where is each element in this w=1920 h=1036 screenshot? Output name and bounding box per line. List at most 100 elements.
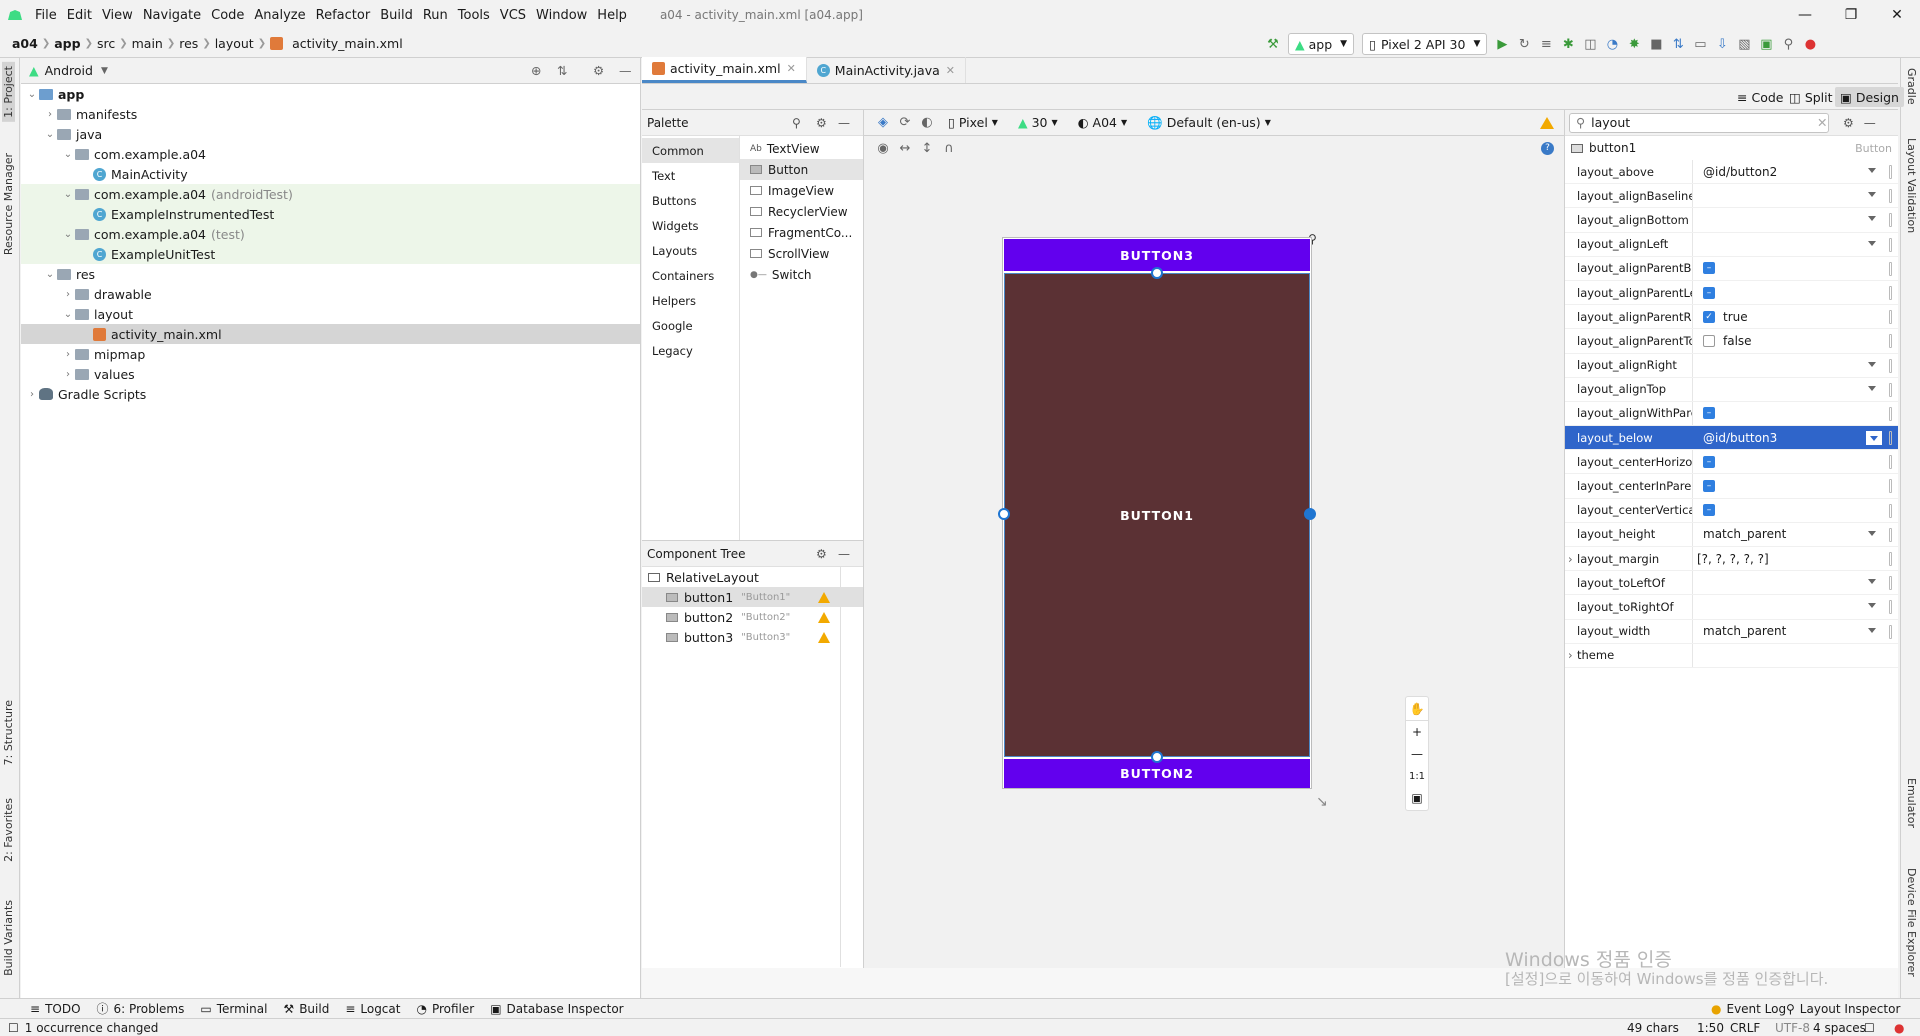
- palette-category-google[interactable]: Google: [642, 313, 739, 338]
- margin-h-icon[interactable]: ↔: [894, 137, 916, 159]
- close-tab-icon[interactable]: ✕: [787, 62, 796, 75]
- sdk-manager-icon[interactable]: ⇩: [1711, 33, 1733, 55]
- tree-item-button3[interactable]: button3 "Button3": [642, 627, 863, 647]
- tool-database-inspector[interactable]: ▣ Database Inspector: [490, 1002, 623, 1016]
- breadcrumb-res[interactable]: res: [175, 36, 202, 51]
- layers-icon[interactable]: ◈: [872, 112, 894, 134]
- avd-manager-icon[interactable]: ▭: [1689, 33, 1711, 55]
- resource-picker-icon[interactable]: [1889, 382, 1892, 397]
- attr-value[interactable]: [?, ?, ?, ?, ?]: [1693, 547, 1898, 570]
- status-caret-position[interactable]: 1:50: [1697, 1021, 1724, 1035]
- resource-picker-icon[interactable]: [1889, 431, 1892, 446]
- margin-v-icon[interactable]: ↕: [916, 137, 938, 159]
- collapse-all-icon[interactable]: ⇅: [557, 63, 567, 78]
- tree-item-exampleinstrumentedtest[interactable]: C ExampleInstrumentedTest: [21, 204, 640, 224]
- mode-split-button[interactable]: ◫ Split: [1784, 87, 1838, 107]
- tree-item-mipmap[interactable]: › mipmap: [21, 344, 640, 364]
- chevron-right-icon[interactable]: ›: [1568, 648, 1573, 662]
- menu-run[interactable]: Run: [418, 8, 453, 23]
- status-indent[interactable]: 4 spaces: [1813, 1021, 1866, 1035]
- attr-row-layout-toleftof[interactable]: layout_toLeftOf: [1565, 571, 1898, 596]
- tree-item-com-example-a04[interactable]: ⌄ com.example.a04 (androidTest): [21, 184, 640, 204]
- tree-item-values[interactable]: › values: [21, 364, 640, 384]
- attr-value[interactable]: –: [1693, 474, 1898, 497]
- chevron-down-icon[interactable]: [1868, 216, 1876, 222]
- resource-picker-icon[interactable]: [1889, 213, 1892, 228]
- chevron-down-icon[interactable]: [1868, 192, 1876, 198]
- menu-help[interactable]: Help: [592, 8, 632, 23]
- api-level-select[interactable]: ▲ 30 ▼: [1012, 112, 1064, 134]
- tool-tab-resource-manager[interactable]: Resource Manager: [2, 153, 15, 255]
- menu-tools[interactable]: Tools: [453, 8, 495, 23]
- attr-row-layout-margin[interactable]: › layout_margin [?, ?, ?, ?, ?]: [1565, 547, 1898, 572]
- attach-debugger-icon[interactable]: ◫: [1579, 33, 1601, 55]
- attr-row-layout-centerinparent[interactable]: layout_centerInParent –: [1565, 474, 1898, 499]
- gear-icon[interactable]: ⚙: [1843, 116, 1854, 130]
- night-mode-icon[interactable]: ◐: [916, 112, 938, 134]
- tool-tab-build-variants[interactable]: Build Variants: [2, 900, 15, 976]
- checkbox-empty-icon[interactable]: [1703, 334, 1715, 347]
- menu-file[interactable]: File: [30, 8, 62, 23]
- zoom-in-icon[interactable]: +: [1406, 721, 1428, 743]
- run-config-select[interactable]: ▲ app ▼: [1288, 33, 1355, 55]
- breadcrumb-src[interactable]: src: [93, 36, 119, 51]
- tool-build[interactable]: ⚒ Build: [283, 1002, 329, 1016]
- preview-button1[interactable]: BUTTON1: [1004, 273, 1310, 757]
- error-icon[interactable]: ●: [1894, 1021, 1904, 1035]
- tool-tab-layout-validation[interactable]: Layout Validation: [1905, 138, 1918, 233]
- tool-layout-inspector[interactable]: ⚲ Layout Inspector: [1786, 1002, 1900, 1016]
- mode-design-button[interactable]: ▣ Design: [1835, 87, 1904, 107]
- checkbox-indeterminate-icon[interactable]: –: [1703, 480, 1715, 493]
- tool-tab-favorites[interactable]: 2: Favorites: [2, 798, 15, 862]
- attr-value[interactable]: –: [1693, 281, 1898, 304]
- attr-value[interactable]: ✓ true: [1693, 305, 1898, 328]
- menu-refactor[interactable]: Refactor: [311, 8, 376, 23]
- menu-view[interactable]: View: [97, 8, 138, 23]
- attr-row-layout-alignparentbo[interactable]: layout_alignParentBo...–: [1565, 256, 1898, 281]
- gear-icon[interactable]: ⚙: [816, 547, 827, 561]
- palette-widget-fragmentco[interactable]: FragmentCo...: [740, 222, 863, 243]
- checkbox-indeterminate-icon[interactable]: –: [1703, 262, 1715, 275]
- resource-picker-icon[interactable]: [1889, 165, 1892, 179]
- checkbox-indeterminate-icon[interactable]: –: [1703, 286, 1715, 299]
- device-select[interactable]: ▯ Pixel 2 API 30 ▼: [1362, 33, 1488, 55]
- chevron-down-icon[interactable]: [1866, 431, 1882, 446]
- attributes-search-input[interactable]: ⚲ layout ✕: [1569, 112, 1829, 133]
- attr-row-layout-alignparentri[interactable]: layout_alignParentRi... ✓ true: [1565, 305, 1898, 330]
- breadcrumb-module[interactable]: app: [50, 36, 84, 51]
- attr-row-layout-height[interactable]: layout_height match_parent: [1565, 522, 1898, 547]
- palette-widget-button[interactable]: Button: [740, 159, 863, 180]
- tree-item-exampleunittest[interactable]: C ExampleUnitTest: [21, 244, 640, 264]
- attr-row-layout-aligntop[interactable]: layout_alignTop: [1565, 377, 1898, 402]
- tree-item-com-example-a04[interactable]: ⌄ com.example.a04 (test): [21, 224, 640, 244]
- palette-category-legacy[interactable]: Legacy: [642, 338, 739, 363]
- tree-item-manifests[interactable]: › manifests: [21, 104, 640, 124]
- tree-item-relativelayout[interactable]: RelativeLayout: [642, 567, 863, 587]
- zoom-actual-size-icon[interactable]: 1:1: [1406, 765, 1428, 787]
- breadcrumb-project[interactable]: a04: [8, 36, 42, 51]
- warning-icon[interactable]: [818, 611, 830, 623]
- attr-row-layout-alignwithpare[interactable]: layout_alignWithPare...–: [1565, 401, 1898, 427]
- tool-tab-project[interactable]: 1: Project: [2, 62, 15, 122]
- attr-row-layout-alignparentleft[interactable]: layout_alignParentLeft –: [1565, 280, 1898, 306]
- chevron-down-icon[interactable]: [1868, 168, 1876, 173]
- resource-picker-icon[interactable]: [1889, 576, 1892, 591]
- tree-item-button2[interactable]: button2 "Button2": [642, 607, 863, 627]
- tree-item-drawable[interactable]: › drawable: [21, 284, 640, 304]
- chevron-down-icon[interactable]: [1868, 385, 1876, 391]
- palette-widget-switch[interactable]: ●— Switch: [740, 264, 863, 285]
- attr-row-layout-alignright[interactable]: layout_alignRight: [1565, 353, 1898, 378]
- profile-icon[interactable]: ◔: [1601, 33, 1623, 55]
- minimize-icon[interactable]: —: [1782, 0, 1828, 30]
- breadcrumb-file[interactable]: activity_main.xml: [288, 36, 407, 51]
- chevron-down-icon[interactable]: ⌄: [61, 229, 75, 240]
- tree-item-java[interactable]: ⌄ java: [21, 124, 640, 144]
- resource-picker-icon[interactable]: [1889, 552, 1892, 566]
- hide-icon[interactable]: —: [838, 116, 850, 130]
- zoom-out-icon[interactable]: —: [1406, 743, 1428, 765]
- tool-event-log[interactable]: ● Event Log: [1711, 1002, 1786, 1016]
- tree-item-layout[interactable]: ⌄ layout: [21, 304, 640, 324]
- resource-picker-icon[interactable]: [1889, 600, 1892, 615]
- rerun-icon[interactable]: ↻: [1513, 33, 1535, 55]
- palette-widget-imageview[interactable]: ImageView: [740, 180, 863, 201]
